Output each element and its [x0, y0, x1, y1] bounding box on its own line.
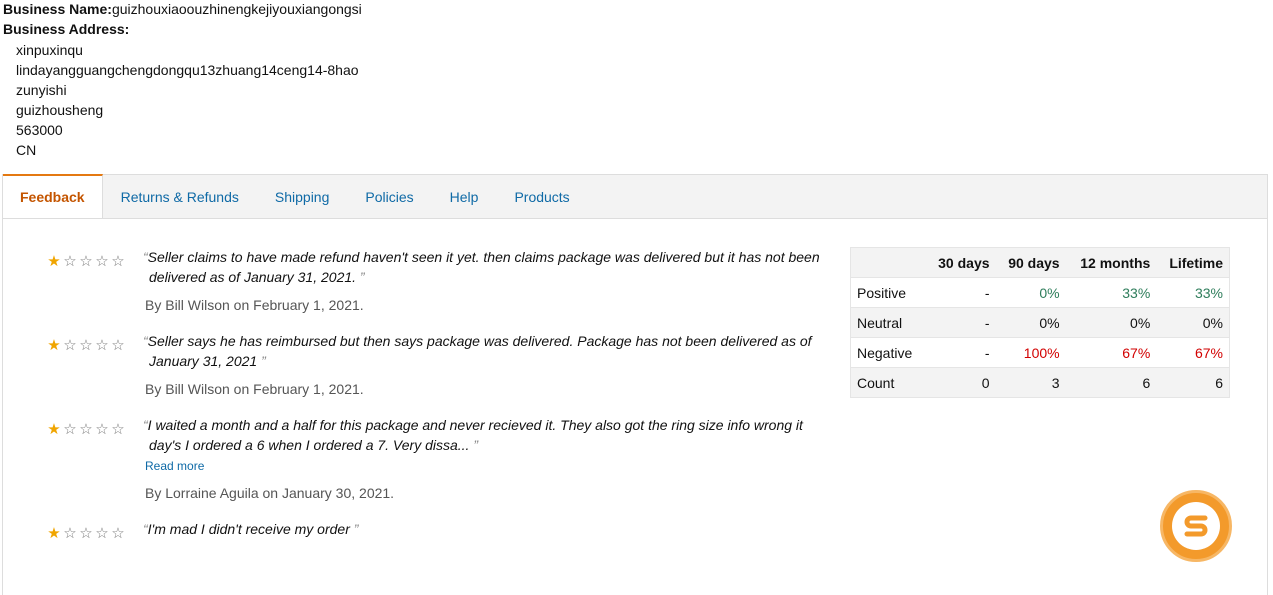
stats-cell: 33%: [1065, 277, 1157, 308]
stats-cell: 6: [1065, 367, 1157, 398]
stats-cell: 0%: [995, 277, 1066, 308]
stats-cell: -: [925, 307, 996, 338]
star-empty-icon: ☆: [63, 253, 77, 270]
stats-cell: 0%: [995, 307, 1066, 338]
business-address: xinpuxinqu lindayangguangchengdongqu13zh…: [3, 40, 362, 160]
stats-row-neutral: Neutral - 0% 0% 0%: [850, 307, 1230, 338]
star-rating: ★ ☆ ☆ ☆ ☆: [46, 253, 126, 270]
stats-row-positive: Positive - 0% 33% 33%: [850, 277, 1230, 308]
star-empty-icon: ☆: [79, 525, 93, 542]
review-text: “Seller says he has reimbursed but then …: [143, 333, 812, 369]
stats-header-cell: 30 days: [925, 247, 996, 278]
address-line: zunyishi: [16, 82, 67, 98]
s-glyph-icon: [1184, 515, 1208, 537]
stats-row-negative: Negative - 100% 67% 67%: [850, 337, 1230, 368]
stats-row-label: Positive: [850, 277, 926, 308]
stats-row-label: Count: [850, 367, 926, 398]
star-empty-icon: ☆: [95, 253, 109, 270]
tab-products[interactable]: Products: [496, 175, 587, 218]
stats-cell: 67%: [1065, 337, 1157, 368]
star-filled-icon: ★: [47, 253, 61, 270]
badge-inner: [1172, 502, 1220, 550]
star-empty-icon: ☆: [111, 253, 125, 270]
tab-feedback[interactable]: Feedback: [3, 174, 103, 218]
star-filled-icon: ★: [47, 337, 61, 354]
tab-returns-refunds[interactable]: Returns & Refunds: [103, 175, 257, 218]
business-name-label: Business Name:: [3, 1, 112, 17]
stats-cell: 6: [1156, 367, 1230, 398]
stats-cell: 100%: [995, 337, 1066, 368]
star-empty-icon: ☆: [111, 525, 125, 542]
address-line: xinpuxinqu: [16, 42, 83, 58]
star-empty-icon: ☆: [79, 421, 93, 438]
business-name: Business Name:guizhouxiaoouzhinengkejiyo…: [3, 0, 362, 20]
address-line: CN: [16, 142, 37, 158]
star-empty-icon: ☆: [63, 337, 77, 354]
stats-cell: -: [925, 277, 996, 308]
stats-cell: 67%: [1156, 337, 1230, 368]
star-empty-icon: ☆: [111, 337, 125, 354]
stats-header-cell: 90 days: [995, 247, 1066, 278]
star-rating: ★ ☆ ☆ ☆ ☆: [46, 525, 126, 542]
read-more-link[interactable]: Read more: [145, 459, 204, 473]
orange-s-logo-icon[interactable]: [1160, 490, 1232, 562]
review-text: “I'm mad I didn't receive my order ”: [143, 521, 359, 537]
star-filled-icon: ★: [47, 525, 61, 542]
star-empty-icon: ☆: [63, 525, 77, 542]
stats-row-label: Negative: [850, 337, 926, 368]
address-line: guizhousheng: [16, 102, 104, 118]
tab-shipping[interactable]: Shipping: [257, 175, 348, 218]
stats-cell: 0: [925, 367, 996, 398]
review-byline: By Bill Wilson on February 1, 2021.: [145, 297, 364, 313]
tab-policies[interactable]: Policies: [347, 175, 431, 218]
star-rating: ★ ☆ ☆ ☆ ☆: [46, 421, 126, 438]
stats-row-count: Count 0 3 6 6: [850, 367, 1230, 398]
star-empty-icon: ☆: [95, 525, 109, 542]
stats-cell: 0%: [1065, 307, 1157, 338]
business-info: Business Name:guizhouxiaoouzhinengkejiyo…: [3, 0, 362, 160]
stats-header-cell: [850, 247, 926, 278]
star-filled-icon: ★: [47, 421, 61, 438]
stats-header-cell: Lifetime: [1156, 247, 1230, 278]
stats-header-row: 30 days 90 days 12 months Lifetime: [850, 247, 1230, 278]
star-empty-icon: ☆: [79, 337, 93, 354]
review-byline: By Bill Wilson on February 1, 2021.: [145, 381, 364, 397]
tab-bar: Feedback Returns & Refunds Shipping Poli…: [3, 174, 1267, 219]
stats-cell: -: [925, 337, 996, 368]
address-line: 563000: [16, 122, 63, 138]
stats-row-label: Neutral: [850, 307, 926, 338]
review-text: “Seller claims to have made refund haven…: [143, 249, 820, 285]
star-rating: ★ ☆ ☆ ☆ ☆: [46, 337, 126, 354]
stats-header-cell: 12 months: [1065, 247, 1157, 278]
star-empty-icon: ☆: [63, 421, 77, 438]
stats-cell: 0%: [1156, 307, 1230, 338]
stats-cell: 3: [995, 367, 1066, 398]
review-byline: By Lorraine Aguila on January 30, 2021.: [145, 485, 395, 501]
star-empty-icon: ☆: [111, 421, 125, 438]
tab-help[interactable]: Help: [432, 175, 497, 218]
star-empty-icon: ☆: [79, 253, 93, 270]
star-empty-icon: ☆: [95, 421, 109, 438]
feedback-stats-table: 30 days 90 days 12 months Lifetime Posit…: [850, 247, 1230, 398]
stats-cell: 33%: [1156, 277, 1230, 308]
business-address-label: Business Address:: [3, 21, 130, 37]
star-empty-icon: ☆: [95, 337, 109, 354]
address-line: lindayangguangchengdongqu13zhuang14ceng1…: [16, 62, 359, 78]
review-text: “I waited a month and a half for this pa…: [143, 417, 803, 453]
business-name-value: guizhouxiaoouzhinengkejiyouxiangongsi: [111, 1, 362, 17]
